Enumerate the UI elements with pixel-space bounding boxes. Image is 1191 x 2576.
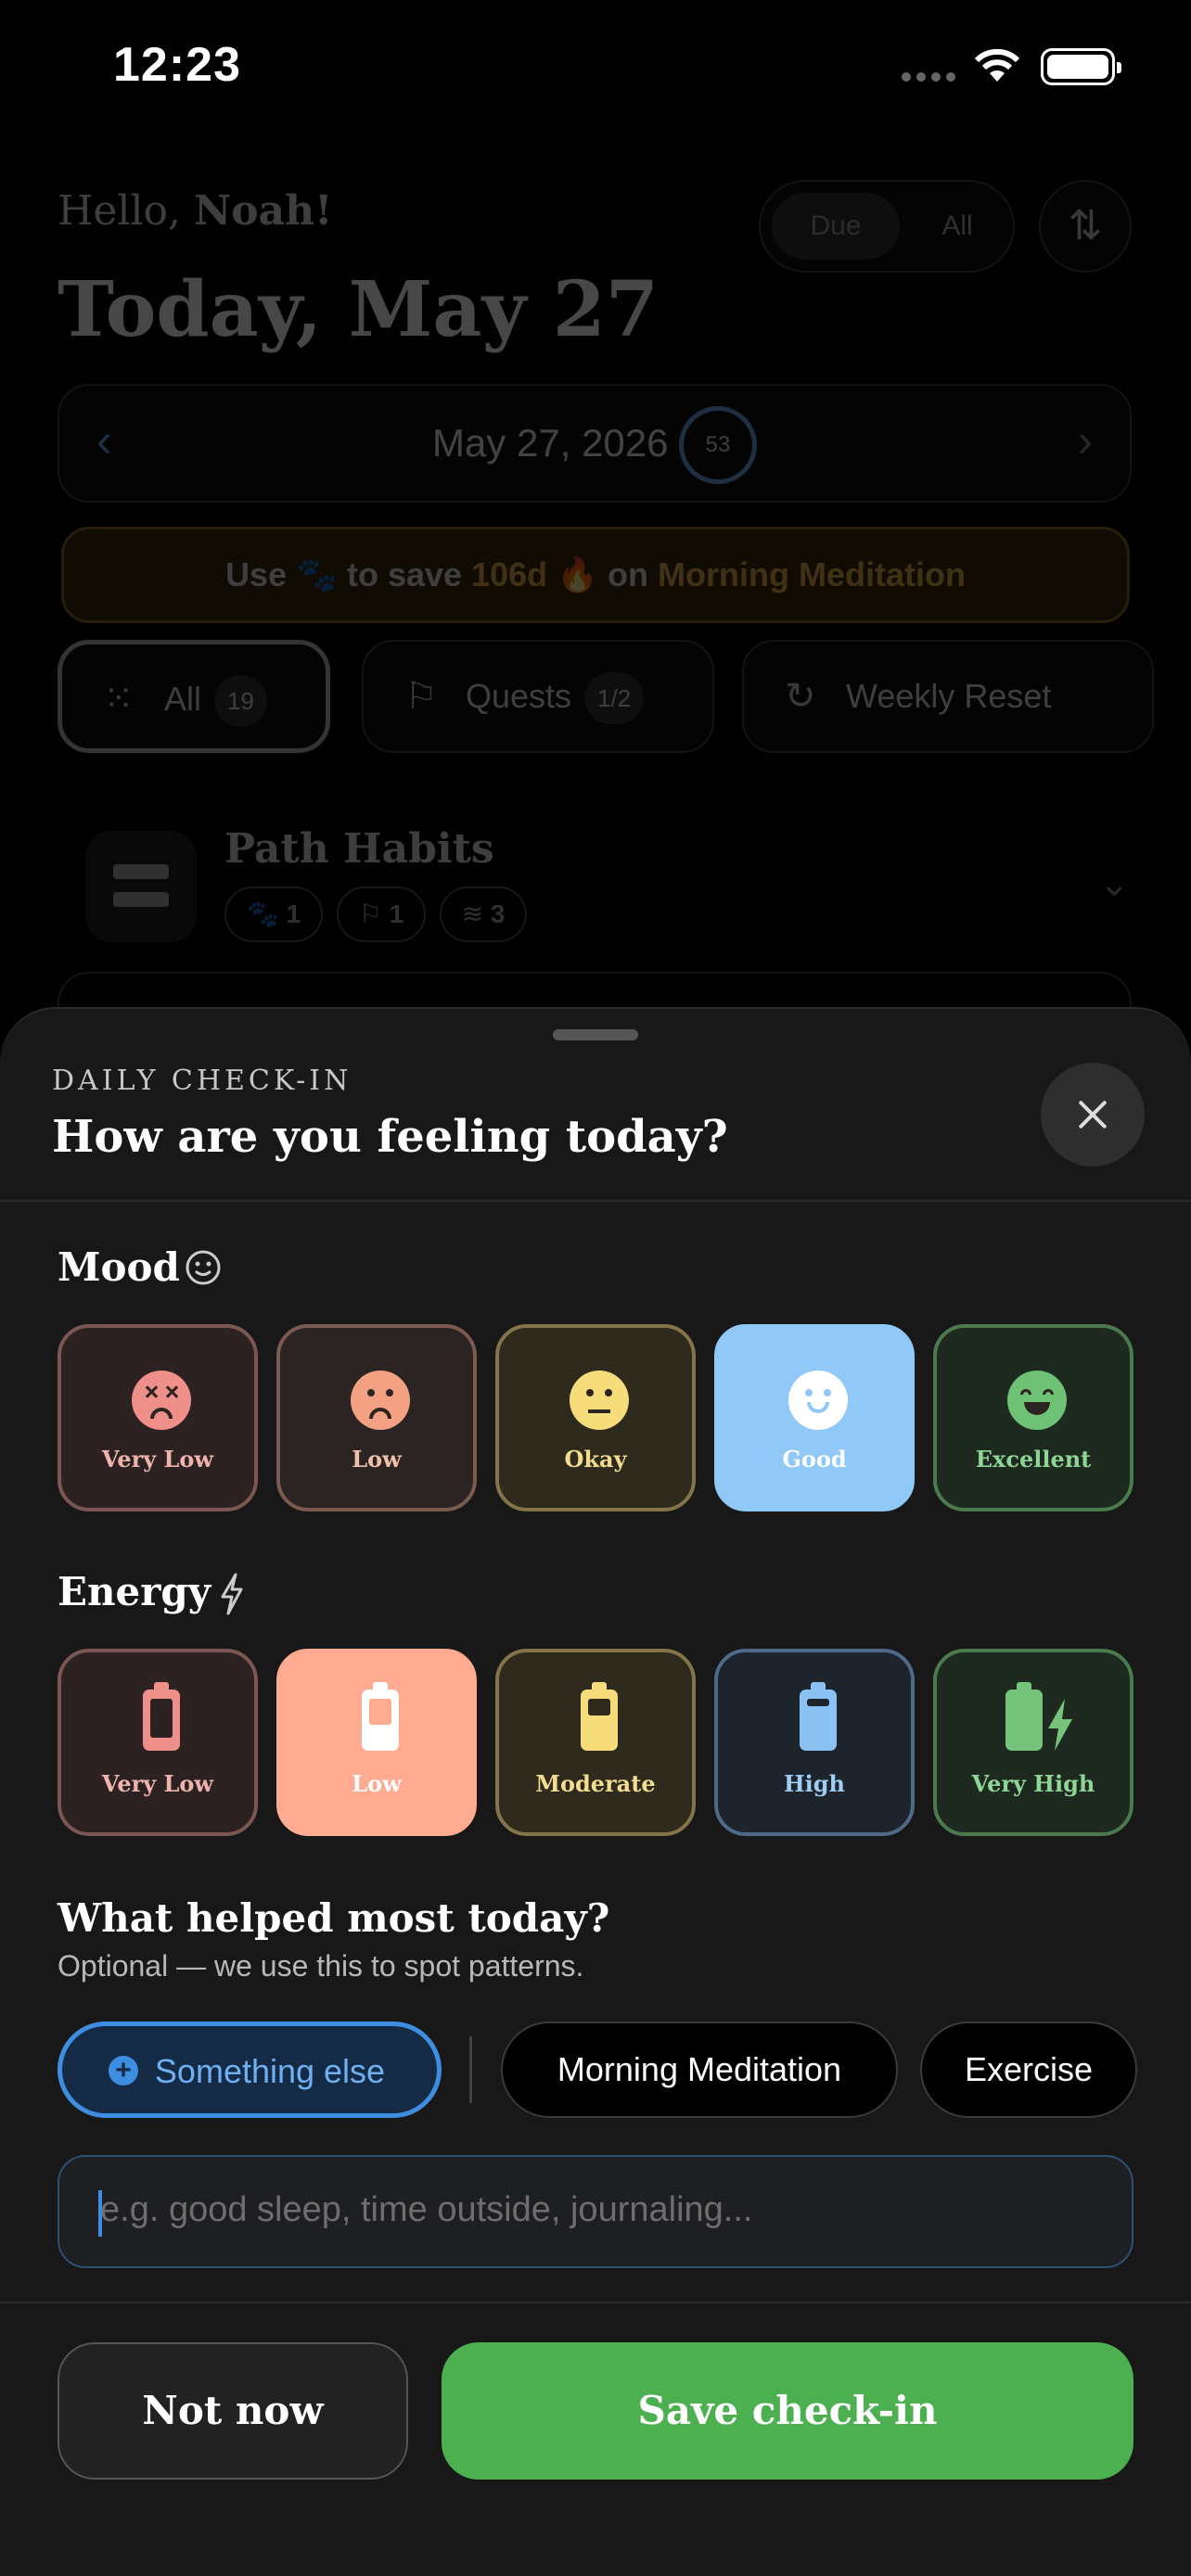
stack-count-badge: ≋ 3 <box>439 886 528 942</box>
due-filter-toggle[interactable]: Due All <box>759 180 1015 273</box>
energy-very-high[interactable]: Very High <box>933 1649 1133 1836</box>
dizzy-face-icon <box>132 1371 191 1430</box>
battery-low-icon <box>362 1682 399 1751</box>
note-placeholder: e.g. good sleep, time outside, journalin… <box>100 2190 753 2229</box>
chip-divider <box>469 2036 472 2103</box>
flag-count-badge: ⚐ 1 <box>336 886 427 942</box>
mood-good-selected[interactable]: Good <box>714 1324 915 1511</box>
chip-weekly-reset[interactable]: ↻ Weekly Reset <box>742 640 1154 753</box>
mood-excellent[interactable]: Excellent <box>933 1324 1133 1511</box>
chip-all[interactable]: ⁙ All 19 <box>58 640 330 753</box>
status-bar: 12:23 <box>0 0 1191 139</box>
date-progress-ring: 53 <box>679 406 757 484</box>
wifi-icon <box>974 48 1020 82</box>
battery-high-icon <box>800 1682 837 1751</box>
category-chips: ⁙ All 19 ⚐ Quests 1/2 ↻ Weekly Reset <box>58 640 1191 755</box>
battery-empty-icon <box>143 1682 180 1751</box>
path-habits-group[interactable]: Path Habits 🐾 1 ⚐ 1 ≋ 3 ⌄ <box>85 825 1133 946</box>
mood-okay[interactable]: Okay <box>495 1324 696 1511</box>
energy-title: Energy <box>58 1569 211 1614</box>
helped-title: What helped most today? <box>58 1895 610 1941</box>
filter-due[interactable]: Due <box>772 193 900 260</box>
plus-icon: + <box>109 2056 138 2085</box>
sheet-grabber[interactable] <box>553 1029 638 1040</box>
chip-exercise[interactable]: Exercise <box>920 2021 1137 2118</box>
energy-low-selected[interactable]: Low <box>276 1649 477 1836</box>
mood-options: Very Low Low Okay Good Excellent <box>58 1324 1133 1511</box>
next-day-icon[interactable]: › <box>1077 414 1093 467</box>
chip-morning-meditation[interactable]: Morning Meditation <box>501 2021 898 2118</box>
status-time: 12:23 <box>113 38 241 92</box>
divider <box>0 2302 1191 2303</box>
check-in-sheet: DAILY CHECK-IN How are you feeling today… <box>0 1007 1191 2576</box>
chip-something-else[interactable]: + Something else <box>58 2021 442 2118</box>
background-page: Hello, Noah! Due All ⇅ Today, May 27 ‹ M… <box>0 139 1191 1083</box>
flag-icon: ⚐ <box>404 676 438 717</box>
refresh-icon: ↻ <box>785 676 816 717</box>
not-now-button[interactable]: Not now <box>58 2342 408 2480</box>
sheet-eyebrow: DAILY CHECK-IN <box>52 1065 352 1097</box>
prev-day-icon[interactable]: ‹ <box>96 414 112 467</box>
laughing-face-icon <box>1007 1371 1067 1430</box>
sort-icon[interactable]: ⇅ <box>1039 180 1132 273</box>
battery-half-icon <box>581 1682 618 1751</box>
mood-low[interactable]: Low <box>276 1324 477 1511</box>
sheet-title: How are you feeling today? <box>52 1111 728 1163</box>
smile-face-icon <box>788 1371 848 1430</box>
save-check-in-button[interactable]: Save check-in <box>442 2342 1133 2480</box>
cellular-signal-icon <box>902 72 957 85</box>
date-navigator: ‹ May 27, 2026 53 › <box>58 384 1132 503</box>
greeting: Hello, Noah! <box>58 187 333 235</box>
page-title: Today, May 27 <box>58 265 659 354</box>
chip-quests[interactable]: ⚐ Quests 1/2 <box>362 640 714 753</box>
lightning-icon <box>221 1573 243 1615</box>
helped-subtitle: Optional — we use this to spot patterns. <box>58 1949 584 1983</box>
energy-options: Very Low Low Moderate High Very High <box>58 1649 1133 1836</box>
energy-very-low[interactable]: Very Low <box>58 1649 258 1836</box>
divider <box>0 1200 1191 1202</box>
date-label: May 27, 2026 <box>432 421 669 465</box>
sad-face-icon <box>351 1371 410 1430</box>
neutral-face-icon <box>570 1371 629 1430</box>
close-icon[interactable] <box>1041 1063 1145 1167</box>
filter-all[interactable]: All <box>909 193 1005 260</box>
grid-icon: ⁙ <box>103 679 134 720</box>
mood-title: Mood <box>58 1244 180 1290</box>
paw-icon: 🐾 <box>296 555 338 593</box>
bolt-icon <box>1048 1699 1072 1751</box>
streak-save-banner[interactable]: Use 🐾 to save 106d 🔥 on Morning Meditati… <box>61 527 1130 623</box>
flame-icon: 🔥 <box>557 555 598 593</box>
group-title: Path Habits <box>224 825 494 873</box>
battery-icon <box>1041 48 1121 85</box>
energy-moderate[interactable]: Moderate <box>495 1649 696 1836</box>
mood-very-low[interactable]: Very Low <box>58 1324 258 1511</box>
chevron-down-icon[interactable]: ⌄ <box>1098 862 1130 905</box>
smiley-icon <box>186 1250 221 1285</box>
energy-high[interactable]: High <box>714 1649 915 1836</box>
paw-count-badge: 🐾 1 <box>224 886 324 942</box>
signpost-icon <box>85 831 197 942</box>
battery-charging-icon <box>1005 1682 1043 1751</box>
helped-note-input[interactable]: e.g. good sleep, time outside, journalin… <box>58 2155 1133 2268</box>
